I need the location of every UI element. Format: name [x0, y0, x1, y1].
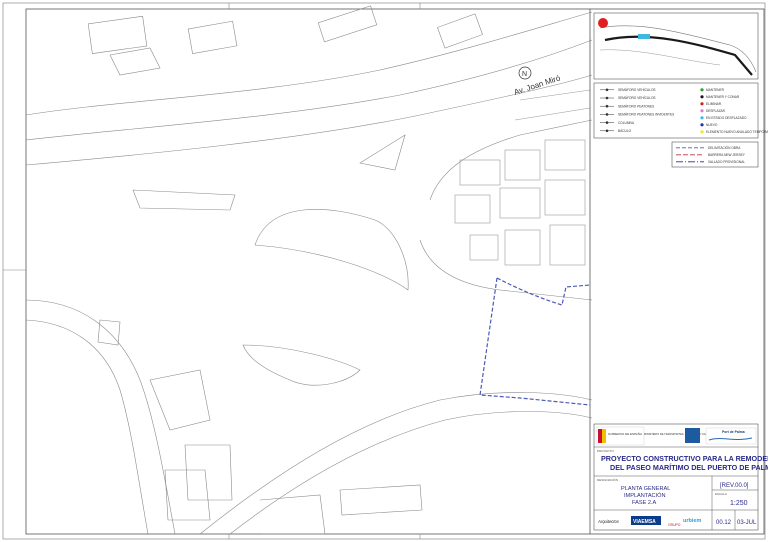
revision: [REV.00.0]: [720, 483, 749, 489]
title-block: GOBIERNO DE ESPAÑA MINISTERIO DE TRANSPO…: [593, 423, 768, 531]
legend-status-dot: [700, 130, 704, 134]
legend-item-label: SEMÁFORO PEATONES INVIDENTES: [618, 113, 674, 117]
logo-urbiem: urbiem: [683, 518, 701, 524]
legend-status-label: NUEVO: [706, 123, 718, 127]
scale-value: 1:250: [730, 500, 748, 507]
key-map: [593, 12, 759, 80]
legend-symbol-dot: [605, 113, 609, 116]
legend-status-dot: [700, 116, 704, 120]
port-authority-text: Port de Palma: [722, 430, 745, 434]
drawing-label: DESIGNACIÓN: [597, 477, 618, 482]
legend-symbol-dot: [605, 129, 609, 133]
line-legend-label: BARRERA NEW JERSEY: [708, 153, 746, 157]
plan-title-1: PLANTA GENERAL: [621, 486, 670, 492]
scale-label: ESCALA: [715, 492, 727, 496]
svg-text:N: N: [522, 71, 527, 78]
plan-title-3: FASE 2.A: [632, 500, 657, 506]
line-legend-label: VALLADO PROVISIONAL: [708, 160, 745, 164]
logo-viaemsa: VIAEMSA: [633, 519, 656, 525]
project-title-line-2: DEL PASEO MARÍTIMO DEL PUERTO DE PALMA: [610, 463, 768, 472]
legend-item-label: COLUMNA: [618, 121, 635, 125]
plan-title-2: IMPLANTACIÓN: [624, 492, 666, 499]
symbol-legend: SEMÁFORO VEHÍCULOS SEMÁFORO VEHÍCULOS SEMÁ…: [593, 82, 768, 139]
line-legend: DELIMITACIÓN OBRA BARRERA NEW JERSEY VALLA…: [671, 141, 759, 168]
legend-symbol-dot: [605, 88, 609, 92]
legend-item-label: SEMÁFORO VEHÍCULOS: [618, 88, 656, 92]
legend-item-label: BÁCULO: [618, 129, 632, 133]
legend-status-label: DESPLAZAR: [706, 109, 726, 113]
plan-number: 00.12: [716, 520, 732, 526]
project-title-line-1: PROYECTO CONSTRUCTIVO PARA LA REMODELACI…: [601, 454, 768, 463]
legend-status-dot: [700, 95, 704, 99]
project-label: PROYECTO: [597, 449, 614, 453]
gov-text: GOBIERNO DE ESPAÑA: [608, 431, 642, 436]
line-legend-label: DELIMITACIÓN OBRA: [708, 145, 741, 150]
date: 03-JUL: [737, 520, 757, 526]
logo-arquitectos: Arquitectos: [597, 519, 620, 524]
drawing-sheet: N Av. Joan Miró SEMÁFORO VEHÍCULOSSEMÁFO…: [2, 2, 768, 540]
legend-status-dot: [700, 109, 704, 113]
logo-grupo: GRUPO: [668, 523, 681, 527]
legend-status-label: ELEMENTO NUEVO ANULADO TEMPORALMENTE: [706, 130, 768, 134]
legend-symbol-dot: [605, 96, 609, 100]
legend-status-label: MANTENER: [706, 88, 725, 92]
legend-item-label: SEMÁFORO PEATONES: [618, 104, 654, 108]
legend-status-label: EN ESTADO DESPLAZADO: [706, 116, 747, 120]
legend-status-label: MANTENER Y CONAR: [706, 95, 740, 99]
legend-status-dot: [700, 102, 704, 106]
north-arrow: N: [518, 66, 532, 80]
legend-status-dot: [700, 88, 704, 92]
legend-symbol-dot: [605, 104, 609, 108]
legend-item-label: SEMÁFORO VEHÍCULOS: [618, 96, 656, 100]
legend-status-dot: [700, 123, 704, 127]
legend-symbol-dot: [605, 121, 609, 124]
legend-status-label: ELIMINAR: [706, 102, 722, 106]
